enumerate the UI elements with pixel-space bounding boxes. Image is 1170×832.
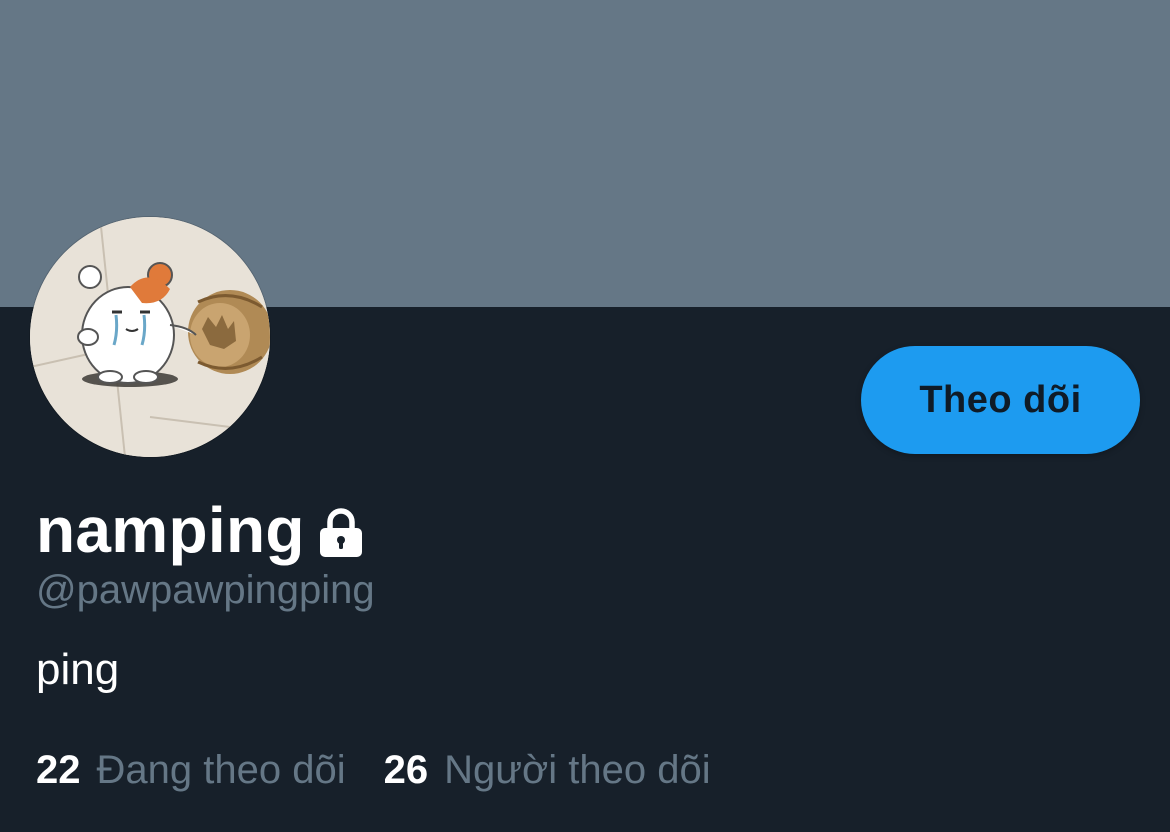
profile-name-row: namping: [36, 490, 365, 570]
profile-avatar[interactable]: [30, 217, 270, 457]
following-label: Đang theo dõi: [96, 748, 346, 792]
profile-stats: 22 Đang theo dõi 26 Người theo dõi: [36, 744, 749, 796]
following-link[interactable]: 22 Đang theo dõi: [36, 744, 346, 796]
lock-icon: [319, 508, 362, 557]
profile-bio: ping: [36, 645, 120, 694]
followers-link[interactable]: 26 Người theo dõi: [384, 744, 711, 796]
display-name: namping: [36, 494, 305, 566]
followers-label: Người theo dõi: [444, 748, 711, 792]
follow-button[interactable]: Theo dõi: [861, 346, 1140, 454]
following-count: 22: [36, 748, 81, 792]
profile-handle: @pawpawpingping: [36, 568, 375, 612]
followers-count: 26: [383, 748, 429, 792]
hamster-avatar-image: [30, 217, 270, 457]
